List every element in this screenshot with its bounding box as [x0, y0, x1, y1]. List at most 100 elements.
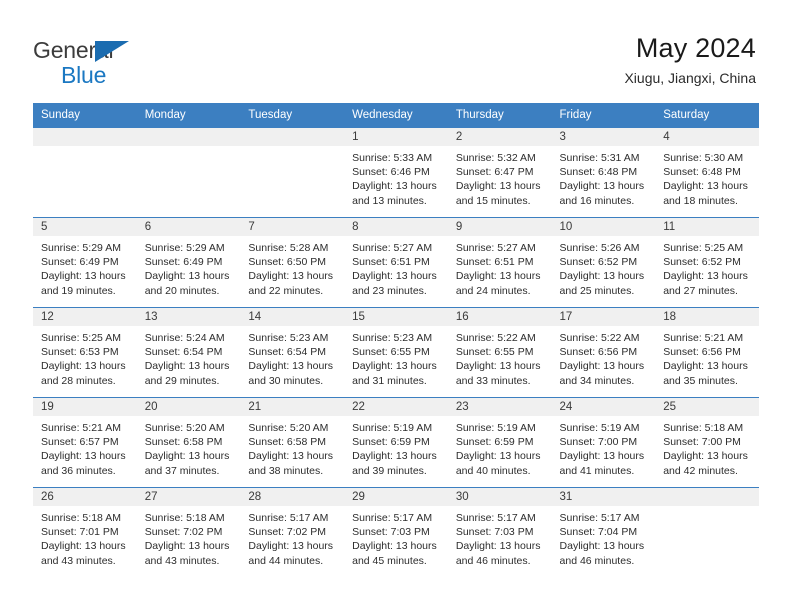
- day-number: 9: [447, 218, 552, 236]
- title-block: May 2024 Xiugu, Jiangxi, China: [624, 30, 756, 89]
- day-details: Sunrise: 5:25 AM Sunset: 6:53 PM Daylight:…: [33, 326, 137, 388]
- calendar-day-cell[interactable]: 14 Sunrise: 5:23 AM Sunset: 6:54 PM Dayligh…: [240, 307, 345, 398]
- calendar-day-cell[interactable]: 11 Sunrise: 5:25 AM Sunset: 6:52 PM Dayligh…: [655, 217, 759, 308]
- day-details: Sunrise: 5:32 AM Sunset: 6:47 PM Daylight:…: [448, 146, 552, 208]
- calendar-day-cell[interactable]: 30 Sunrise: 5:17 AM Sunset: 7:03 PM Dayligh…: [447, 487, 552, 578]
- calendar-day-cell[interactable]: 25 Sunrise: 5:18 AM Sunset: 7:00 PM Dayligh…: [655, 397, 759, 488]
- calendar-day-cell[interactable]: 18 Sunrise: 5:21 AM Sunset: 6:56 PM Dayligh…: [655, 307, 759, 398]
- day-details: Sunrise: 5:17 AM Sunset: 7:02 PM Daylight:…: [240, 506, 344, 568]
- day-number: 15: [344, 308, 448, 326]
- daylight-text: Daylight: 13 hours and 23 minutes.: [352, 270, 437, 297]
- day-details: Sunrise: 5:22 AM Sunset: 6:56 PM Daylight:…: [552, 326, 656, 388]
- day-number: 5: [33, 218, 137, 236]
- calendar-day-cell[interactable]: 1 Sunrise: 5:33 AM Sunset: 6:46 PM Daylight…: [344, 127, 448, 218]
- daylight-text: Daylight: 13 hours and 18 minutes.: [663, 180, 748, 207]
- calendar-day-cell[interactable]: 7 Sunrise: 5:28 AM Sunset: 6:50 PM Daylight…: [240, 217, 345, 308]
- calendar-day-cell[interactable]: 5 Sunrise: 5:29 AM Sunset: 6:49 PM Daylight…: [33, 217, 137, 308]
- daylight-text: Daylight: 13 hours and 24 minutes.: [455, 270, 541, 297]
- calendar-day-cell[interactable]: 27 Sunrise: 5:18 AM Sunset: 7:02 PM Dayligh…: [136, 487, 241, 578]
- calendar-week-row: 1 Sunrise: 5:33 AM Sunset: 6:46 PM Daylight…: [33, 127, 759, 218]
- calendar-day-cell[interactable]: 16 Sunrise: 5:22 AM Sunset: 6:55 PM Dayligh…: [447, 307, 552, 398]
- sunrise-text: Sunrise: 5:19 AM: [352, 422, 433, 434]
- sunset-text: Sunset: 6:52 PM: [559, 256, 638, 269]
- calendar-day-cell[interactable]: 3 Sunrise: 5:31 AM Sunset: 6:48 PM Daylight…: [551, 127, 656, 218]
- calendar-cell-empty: [136, 127, 241, 218]
- day-number: 31: [551, 488, 656, 506]
- calendar-day-cell[interactable]: 13 Sunrise: 5:24 AM Sunset: 6:54 PM Dayligh…: [136, 307, 241, 398]
- day-details: Sunrise: 5:19 AM Sunset: 6:59 PM Daylight:…: [448, 416, 552, 478]
- day-number: 19: [33, 398, 137, 416]
- calendar-day-cell[interactable]: 20 Sunrise: 5:20 AM Sunset: 6:58 PM Dayligh…: [136, 397, 241, 488]
- day-details: Sunrise: 5:20 AM Sunset: 6:58 PM Daylight:…: [137, 416, 241, 478]
- calendar-table: Sunday Monday Tuesday Wednesday Thursday…: [33, 103, 759, 578]
- day-details: Sunrise: 5:26 AM Sunset: 6:52 PM Daylight:…: [552, 236, 656, 298]
- sunset-text: Sunset: 6:56 PM: [663, 346, 741, 359]
- sunset-text: Sunset: 7:03 PM: [352, 526, 430, 539]
- calendar-day-cell[interactable]: 12 Sunrise: 5:25 AM Sunset: 6:53 PM Dayligh…: [33, 307, 137, 398]
- daylight-text: Daylight: 13 hours and 45 minutes.: [352, 540, 437, 567]
- calendar-day-cell[interactable]: 22 Sunrise: 5:19 AM Sunset: 6:59 PM Dayligh…: [344, 397, 448, 488]
- daylight-text: Daylight: 13 hours and 38 minutes.: [248, 450, 334, 477]
- sunrise-text: Sunrise: 5:22 AM: [455, 332, 536, 344]
- day-number: [655, 488, 759, 506]
- sunrise-text: Sunrise: 5:29 AM: [41, 242, 121, 254]
- calendar-day-cell[interactable]: 28 Sunrise: 5:17 AM Sunset: 7:02 PM Dayligh…: [240, 487, 345, 578]
- calendar-day-cell[interactable]: 8 Sunrise: 5:27 AM Sunset: 6:51 PM Daylight…: [344, 217, 448, 308]
- daylight-text: Daylight: 13 hours and 20 minutes.: [144, 270, 230, 297]
- day-details: Sunrise: 5:24 AM Sunset: 6:54 PM Daylight:…: [137, 326, 241, 388]
- calendar-day-cell[interactable]: 10 Sunrise: 5:26 AM Sunset: 6:52 PM Dayligh…: [551, 217, 656, 308]
- sunrise-text: Sunrise: 5:17 AM: [559, 512, 640, 524]
- calendar-day-cell[interactable]: 31 Sunrise: 5:17 AM Sunset: 7:04 PM Dayligh…: [551, 487, 656, 578]
- calendar-day-cell[interactable]: 4 Sunrise: 5:30 AM Sunset: 6:48 PM Daylight…: [655, 127, 759, 218]
- calendar-cell-empty: [240, 127, 345, 218]
- calendar-week-row: 12 Sunrise: 5:25 AM Sunset: 6:53 PM Dayligh…: [33, 307, 759, 398]
- calendar-day-cell[interactable]: 23 Sunrise: 5:19 AM Sunset: 6:59 PM Dayligh…: [447, 397, 552, 488]
- sunrise-text: Sunrise: 5:19 AM: [455, 422, 536, 434]
- day-number: 20: [136, 398, 241, 416]
- day-number: [33, 128, 137, 146]
- daylight-text: Daylight: 13 hours and 27 minutes.: [663, 270, 748, 297]
- logo-triangle-icon: [95, 41, 129, 62]
- calendar-day-cell[interactable]: 24 Sunrise: 5:19 AM Sunset: 7:00 PM Dayligh…: [551, 397, 656, 488]
- day-details: Sunrise: 5:25 AM Sunset: 6:52 PM Daylight:…: [655, 236, 759, 298]
- sunrise-text: Sunrise: 5:23 AM: [352, 332, 433, 344]
- daylight-text: Daylight: 13 hours and 31 minutes.: [352, 360, 437, 387]
- sunset-text: Sunset: 6:54 PM: [144, 346, 223, 359]
- calendar-week-row: 26 Sunrise: 5:18 AM Sunset: 7:01 PM Dayligh…: [33, 487, 759, 578]
- calendar-day-cell[interactable]: 15 Sunrise: 5:23 AM Sunset: 6:55 PM Dayligh…: [344, 307, 448, 398]
- day-details: Sunrise: 5:18 AM Sunset: 7:01 PM Daylight:…: [33, 506, 137, 568]
- day-number: 24: [551, 398, 656, 416]
- day-details: Sunrise: 5:23 AM Sunset: 6:55 PM Daylight:…: [344, 326, 448, 388]
- sunrise-text: Sunrise: 5:26 AM: [559, 242, 640, 254]
- calendar-day-cell[interactable]: 21 Sunrise: 5:20 AM Sunset: 6:58 PM Dayligh…: [240, 397, 345, 488]
- weekday-header-saturday: Saturday: [655, 103, 759, 128]
- calendar-day-cell[interactable]: 9 Sunrise: 5:27 AM Sunset: 6:51 PM Daylight…: [447, 217, 552, 308]
- sunset-text: Sunset: 6:54 PM: [248, 346, 327, 359]
- calendar-day-cell[interactable]: 17 Sunrise: 5:22 AM Sunset: 6:56 PM Dayligh…: [551, 307, 656, 398]
- calendar-week-row: 5 Sunrise: 5:29 AM Sunset: 6:49 PM Daylight…: [33, 217, 759, 308]
- sunrise-text: Sunrise: 5:21 AM: [663, 332, 744, 344]
- day-number: 18: [655, 308, 759, 326]
- calendar-day-cell[interactable]: 26 Sunrise: 5:18 AM Sunset: 7:01 PM Dayligh…: [33, 487, 137, 578]
- day-details: Sunrise: 5:30 AM Sunset: 6:48 PM Daylight:…: [655, 146, 759, 208]
- day-number: 23: [447, 398, 552, 416]
- calendar-day-cell[interactable]: 2 Sunrise: 5:32 AM Sunset: 6:47 PM Daylight…: [447, 127, 552, 218]
- sunset-text: Sunset: 7:03 PM: [455, 526, 534, 539]
- day-number: 8: [344, 218, 448, 236]
- calendar-day-cell[interactable]: 19 Sunrise: 5:21 AM Sunset: 6:57 PM Dayligh…: [33, 397, 137, 488]
- sunrise-text: Sunrise: 5:27 AM: [352, 242, 433, 254]
- day-details: Sunrise: 5:27 AM Sunset: 6:51 PM Daylight:…: [448, 236, 552, 298]
- daylight-text: Daylight: 13 hours and 35 minutes.: [663, 360, 748, 387]
- calendar-day-cell[interactable]: 6 Sunrise: 5:29 AM Sunset: 6:49 PM Daylight…: [136, 217, 241, 308]
- sunrise-text: Sunrise: 5:25 AM: [663, 242, 744, 254]
- day-details: Sunrise: 5:33 AM Sunset: 6:46 PM Daylight:…: [344, 146, 448, 208]
- daylight-text: Daylight: 13 hours and 13 minutes.: [352, 180, 437, 207]
- sunset-text: Sunset: 6:46 PM: [352, 166, 430, 179]
- day-number: [240, 128, 345, 146]
- calendar-cell-empty: [33, 127, 137, 218]
- sunset-text: Sunset: 6:53 PM: [41, 346, 119, 359]
- general-blue-logo[interactable]: General Blue: [33, 30, 143, 87]
- calendar-day-cell[interactable]: 29 Sunrise: 5:17 AM Sunset: 7:03 PM Dayligh…: [344, 487, 448, 578]
- day-number: 21: [240, 398, 345, 416]
- day-details: Sunrise: 5:29 AM Sunset: 6:49 PM Daylight:…: [33, 236, 137, 298]
